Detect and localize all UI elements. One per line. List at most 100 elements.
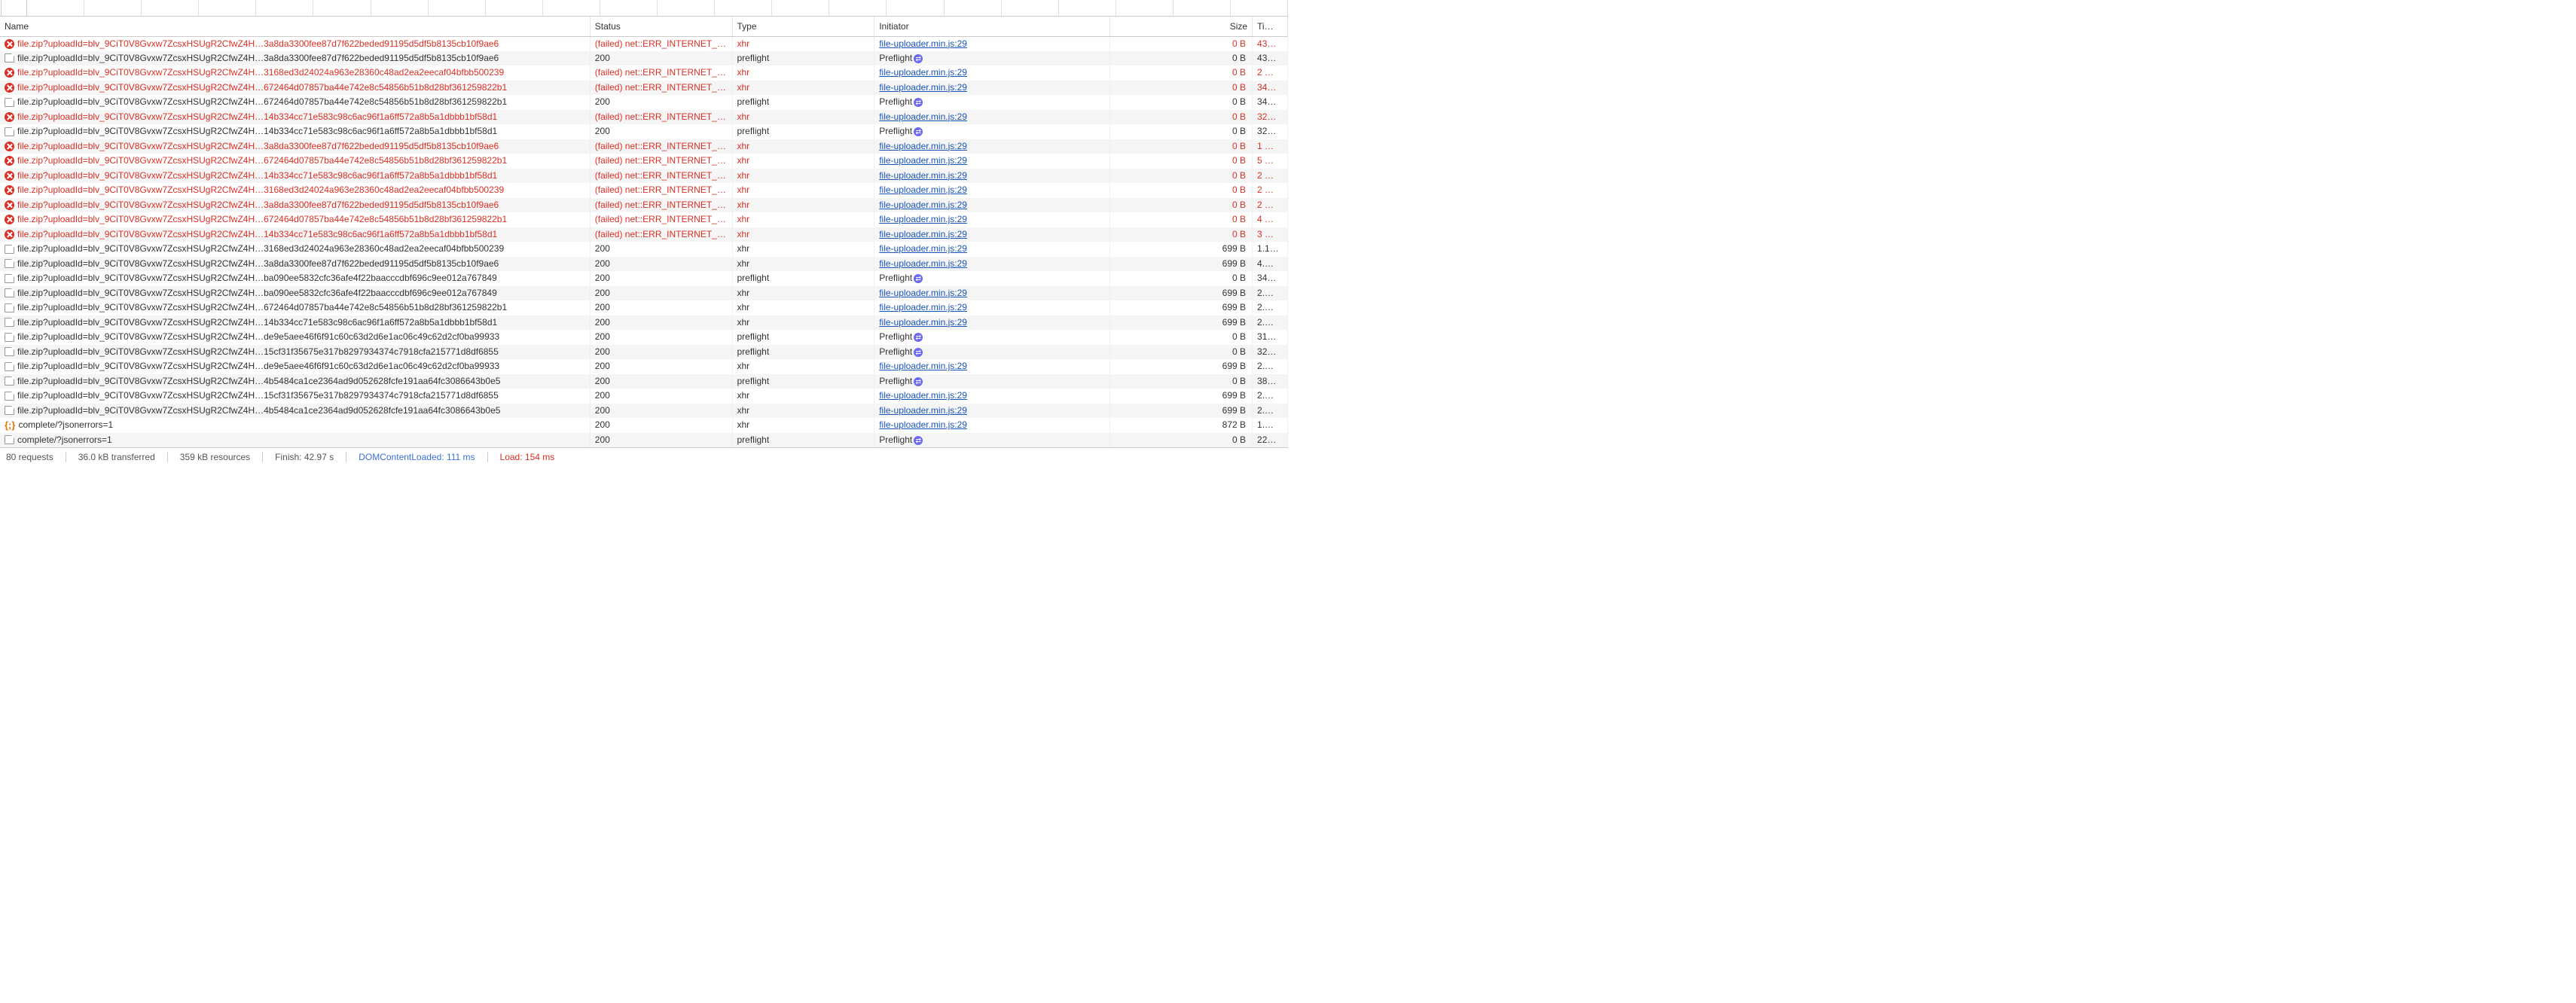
- table-row[interactable]: file.zip?uploadId=blv_9CiT0V8Gvxw7ZcsxHS…: [0, 359, 1288, 374]
- request-name: file.zip?uploadId=blv_9CiT0V8Gvxw7ZcsxHS…: [17, 141, 499, 152]
- request-name: file.zip?uploadId=blv_9CiT0V8Gvxw7ZcsxHS…: [17, 214, 507, 225]
- document-icon: [5, 406, 14, 415]
- request-time: 4 …: [1253, 212, 1288, 227]
- table-row[interactable]: file.zip?uploadId=blv_9CiT0V8Gvxw7ZcsxHS…: [0, 154, 1288, 169]
- table-row[interactable]: file.zip?uploadId=blv_9CiT0V8Gvxw7ZcsxHS…: [0, 227, 1288, 242]
- document-icon: [5, 127, 14, 136]
- table-row[interactable]: file.zip?uploadId=blv_9CiT0V8Gvxw7ZcsxHS…: [0, 286, 1288, 301]
- initiator-link[interactable]: file-uploader.min.js:29: [879, 361, 967, 371]
- table-row[interactable]: file.zip?uploadId=blv_9CiT0V8Gvxw7ZcsxHS…: [0, 124, 1288, 139]
- request-size: 699 B: [1110, 316, 1253, 331]
- table-row[interactable]: file.zip?uploadId=blv_9CiT0V8Gvxw7ZcsxHS…: [0, 374, 1288, 389]
- initiator-link[interactable]: file-uploader.min.js:29: [879, 111, 967, 122]
- error-icon: [5, 200, 14, 210]
- request-type: xhr: [732, 66, 874, 81]
- table-row[interactable]: {;}complete/?jsonerrors=1200xhrfile-uplo…: [0, 418, 1288, 433]
- table-row[interactable]: file.zip?uploadId=blv_9CiT0V8Gvxw7ZcsxHS…: [0, 95, 1288, 110]
- request-size: 0 B: [1110, 124, 1253, 139]
- request-type: xhr: [732, 198, 874, 213]
- waterfall-timeline-header[interactable]: [0, 0, 1288, 17]
- initiator-link[interactable]: file-uploader.min.js:29: [879, 390, 967, 401]
- initiator-link[interactable]: file-uploader.min.js:29: [879, 419, 967, 430]
- column-header-name[interactable]: Name: [0, 17, 590, 36]
- table-row[interactable]: file.zip?uploadId=blv_9CiT0V8Gvxw7ZcsxHS…: [0, 139, 1288, 154]
- initiator-preflight[interactable]: Preflight: [879, 273, 912, 283]
- request-name: file.zip?uploadId=blv_9CiT0V8Gvxw7ZcsxHS…: [17, 258, 499, 270]
- table-row[interactable]: file.zip?uploadId=blv_9CiT0V8Gvxw7ZcsxHS…: [0, 389, 1288, 404]
- document-icon: [5, 288, 14, 297]
- table-row[interactable]: file.zip?uploadId=blv_9CiT0V8Gvxw7ZcsxHS…: [0, 36, 1288, 51]
- request-status: 200: [590, 271, 732, 286]
- document-icon: [5, 98, 14, 107]
- initiator-link[interactable]: file-uploader.min.js:29: [879, 67, 967, 78]
- request-name: file.zip?uploadId=blv_9CiT0V8Gvxw7ZcsxHS…: [17, 273, 497, 284]
- request-size: 699 B: [1110, 300, 1253, 316]
- request-time: 43…: [1253, 51, 1288, 66]
- document-icon: [5, 377, 14, 386]
- preflight-badge-icon: ⇄: [914, 98, 923, 107]
- request-name: file.zip?uploadId=blv_9CiT0V8Gvxw7ZcsxHS…: [17, 96, 507, 108]
- request-name: file.zip?uploadId=blv_9CiT0V8Gvxw7ZcsxHS…: [17, 82, 507, 93]
- request-type: xhr: [732, 359, 874, 374]
- table-row[interactable]: file.zip?uploadId=blv_9CiT0V8Gvxw7ZcsxHS…: [0, 81, 1288, 96]
- initiator-preflight[interactable]: Preflight: [879, 126, 912, 136]
- table-row[interactable]: file.zip?uploadId=blv_9CiT0V8Gvxw7ZcsxHS…: [0, 345, 1288, 360]
- initiator-link[interactable]: file-uploader.min.js:29: [879, 243, 967, 254]
- table-row[interactable]: file.zip?uploadId=blv_9CiT0V8Gvxw7ZcsxHS…: [0, 316, 1288, 331]
- column-header-type[interactable]: Type: [732, 17, 874, 36]
- request-time: 32…: [1253, 110, 1288, 125]
- initiator-link[interactable]: file-uploader.min.js:29: [879, 82, 967, 93]
- table-row[interactable]: file.zip?uploadId=blv_9CiT0V8Gvxw7ZcsxHS…: [0, 110, 1288, 125]
- document-icon: [5, 435, 14, 444]
- network-summary-footer: 80 requests 36.0 kB transferred 359 kB r…: [0, 447, 1288, 465]
- column-header-status[interactable]: Status: [590, 17, 732, 36]
- initiator-link[interactable]: file-uploader.min.js:29: [879, 317, 967, 328]
- initiator-link[interactable]: file-uploader.min.js:29: [879, 141, 967, 151]
- table-row[interactable]: file.zip?uploadId=blv_9CiT0V8Gvxw7ZcsxHS…: [0, 212, 1288, 227]
- table-row[interactable]: file.zip?uploadId=blv_9CiT0V8Gvxw7ZcsxHS…: [0, 404, 1288, 419]
- initiator-preflight[interactable]: Preflight: [879, 434, 912, 445]
- request-size: 0 B: [1110, 81, 1253, 96]
- initiator-link[interactable]: file-uploader.min.js:29: [879, 258, 967, 269]
- request-name: file.zip?uploadId=blv_9CiT0V8Gvxw7ZcsxHS…: [17, 288, 497, 299]
- table-row[interactable]: file.zip?uploadId=blv_9CiT0V8Gvxw7ZcsxHS…: [0, 330, 1288, 345]
- initiator-link[interactable]: file-uploader.min.js:29: [879, 170, 967, 181]
- table-row[interactable]: file.zip?uploadId=blv_9CiT0V8Gvxw7ZcsxHS…: [0, 169, 1288, 184]
- table-row[interactable]: complete/?jsonerrors=1200preflightPrefli…: [0, 433, 1288, 448]
- request-type: xhr: [732, 300, 874, 316]
- request-time: 2.…: [1253, 359, 1288, 374]
- column-header-size[interactable]: Size: [1110, 17, 1253, 36]
- request-size: 699 B: [1110, 389, 1253, 404]
- initiator-link[interactable]: file-uploader.min.js:29: [879, 38, 967, 49]
- document-icon: [5, 362, 14, 371]
- network-requests-table: Name Status Type Initiator Size Ti… file…: [0, 17, 1288, 447]
- initiator-link[interactable]: file-uploader.min.js:29: [879, 184, 967, 195]
- column-header-time[interactable]: Ti…: [1253, 17, 1288, 36]
- table-row[interactable]: file.zip?uploadId=blv_9CiT0V8Gvxw7ZcsxHS…: [0, 198, 1288, 213]
- initiator-preflight[interactable]: Preflight: [879, 331, 912, 342]
- table-row[interactable]: file.zip?uploadId=blv_9CiT0V8Gvxw7ZcsxHS…: [0, 271, 1288, 286]
- initiator-preflight[interactable]: Preflight: [879, 346, 912, 357]
- request-time: 4.…: [1253, 257, 1288, 272]
- table-row[interactable]: file.zip?uploadId=blv_9CiT0V8Gvxw7ZcsxHS…: [0, 242, 1288, 257]
- request-time: 2 …: [1253, 183, 1288, 198]
- document-icon: [5, 318, 14, 327]
- initiator-preflight[interactable]: Preflight: [879, 376, 912, 386]
- table-row[interactable]: file.zip?uploadId=blv_9CiT0V8Gvxw7ZcsxHS…: [0, 183, 1288, 198]
- column-header-initiator[interactable]: Initiator: [874, 17, 1110, 36]
- table-row[interactable]: file.zip?uploadId=blv_9CiT0V8Gvxw7ZcsxHS…: [0, 257, 1288, 272]
- initiator-link[interactable]: file-uploader.min.js:29: [879, 200, 967, 210]
- initiator-preflight[interactable]: Preflight: [879, 96, 912, 107]
- initiator-link[interactable]: file-uploader.min.js:29: [879, 405, 967, 416]
- table-row[interactable]: file.zip?uploadId=blv_9CiT0V8Gvxw7ZcsxHS…: [0, 300, 1288, 316]
- initiator-link[interactable]: file-uploader.min.js:29: [879, 288, 967, 298]
- request-time: 2 …: [1253, 66, 1288, 81]
- table-row[interactable]: file.zip?uploadId=blv_9CiT0V8Gvxw7ZcsxHS…: [0, 51, 1288, 66]
- table-row[interactable]: file.zip?uploadId=blv_9CiT0V8Gvxw7ZcsxHS…: [0, 66, 1288, 81]
- request-type: xhr: [732, 389, 874, 404]
- initiator-link[interactable]: file-uploader.min.js:29: [879, 302, 967, 312]
- initiator-preflight[interactable]: Preflight: [879, 53, 912, 63]
- initiator-link[interactable]: file-uploader.min.js:29: [879, 214, 967, 224]
- initiator-link[interactable]: file-uploader.min.js:29: [879, 155, 967, 166]
- initiator-link[interactable]: file-uploader.min.js:29: [879, 229, 967, 239]
